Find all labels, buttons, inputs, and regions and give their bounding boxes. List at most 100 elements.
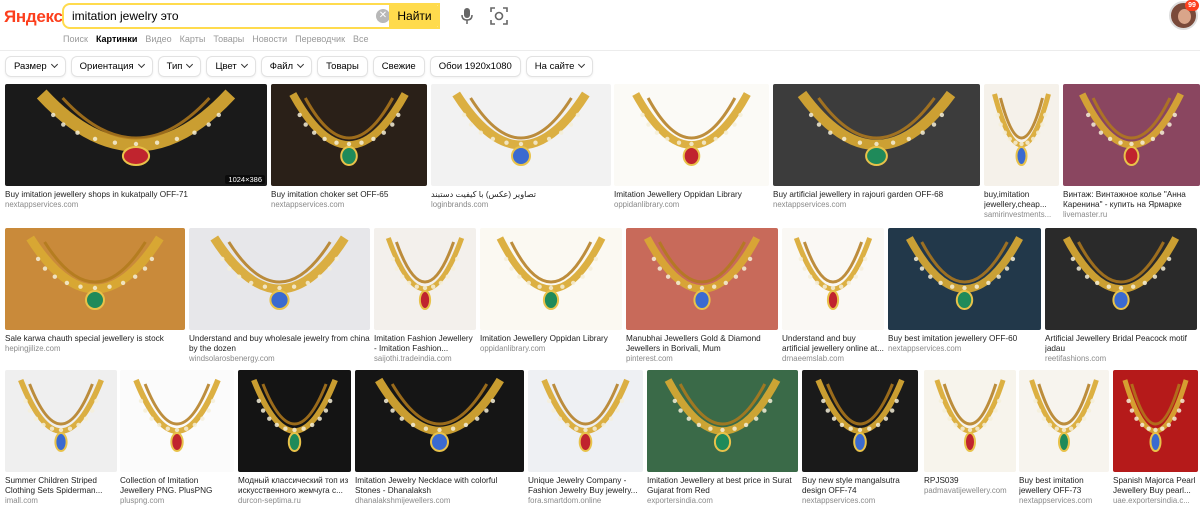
image-result-card[interactable]: Buy imitation choker set OFF-65 nextappse… — [271, 84, 427, 224]
tab-news[interactable]: Новости — [252, 34, 287, 44]
result-title[interactable]: Imitation Jewellery Oppidan Library — [614, 190, 769, 200]
result-domain[interactable]: pluspng.com — [120, 496, 234, 506]
image-thumbnail[interactable] — [271, 84, 427, 186]
result-domain[interactable]: imall.com — [5, 496, 117, 506]
image-thumbnail[interactable] — [1113, 370, 1198, 472]
filter-on-site[interactable]: На сайте — [525, 56, 594, 77]
image-result-card[interactable]: Buy best imitation jewellery OFF-73 nexta… — [1019, 370, 1109, 510]
result-domain[interactable]: reetifashions.com — [1045, 354, 1197, 364]
image-result-card[interactable]: Unique Jewelry Company - Fashion Jewelry… — [528, 370, 643, 510]
tab-all[interactable]: Все — [353, 34, 369, 44]
search-button[interactable]: Найти — [389, 3, 440, 29]
filter-orientation[interactable]: Ориентация — [70, 56, 153, 77]
image-result-card[interactable]: Understand and buy wholesale jewelry fro… — [189, 228, 370, 368]
image-result-card[interactable]: buy,imitation jewellery,cheap... samirinv… — [984, 84, 1059, 224]
image-result-card[interactable]: RPJS039 padmavatijewellery.com — [924, 370, 1016, 510]
image-thumbnail[interactable] — [374, 228, 476, 330]
image-thumbnail[interactable] — [802, 370, 918, 472]
image-thumbnail[interactable] — [5, 228, 185, 330]
result-title[interactable]: Collection of Imitation Jewellery PNG. P… — [120, 476, 234, 496]
image-thumbnail[interactable] — [626, 228, 778, 330]
image-thumbnail[interactable] — [528, 370, 643, 472]
result-domain[interactable]: nextappservices.com — [5, 200, 267, 210]
result-domain[interactable]: loginbrands.com — [431, 200, 611, 210]
image-result-card[interactable]: Imitation Jewelry Necklace with colorful… — [355, 370, 524, 510]
result-title[interactable]: Manubhai Jewellers Gold & Diamond Jewell… — [626, 334, 778, 354]
tab-images[interactable]: Картинки — [96, 34, 137, 44]
result-domain[interactable]: nextappservices.com — [773, 200, 980, 210]
image-result-card[interactable]: Manubhai Jewellers Gold & Diamond Jewell… — [626, 228, 778, 368]
result-domain[interactable]: pinterest.com — [626, 354, 778, 364]
result-title[interactable]: RPJS039 — [924, 476, 1016, 486]
image-result-card[interactable]: Imitation Jewellery Oppidan Library oppid… — [614, 84, 769, 224]
result-domain[interactable]: nextappservices.com — [802, 496, 918, 506]
result-domain[interactable]: exportersindia.com — [647, 496, 798, 506]
image-thumbnail[interactable] — [1063, 84, 1200, 186]
camera-search-icon[interactable] — [490, 7, 508, 25]
tab-products[interactable]: Товары — [213, 34, 244, 44]
result-title[interactable]: Imitation Fashion Jewellery - Imitation … — [374, 334, 476, 354]
image-result-card[interactable]: Collection of Imitation Jewellery PNG. P… — [120, 370, 234, 510]
tab-search[interactable]: Поиск — [63, 34, 88, 44]
result-title[interactable]: Buy artificial jewellery in rajouri gard… — [773, 190, 980, 200]
result-domain[interactable]: nextappservices.com — [888, 344, 1041, 354]
image-thumbnail[interactable] — [888, 228, 1041, 330]
result-domain[interactable]: uae.exportersindia.c... — [1113, 496, 1198, 506]
image-result-card[interactable]: Модный классический топ из искусственног… — [238, 370, 351, 510]
image-result-card[interactable]: Buy best imitation jewellery OFF-60 nexta… — [888, 228, 1041, 368]
result-title[interactable]: buy,imitation jewellery,cheap... — [984, 190, 1059, 210]
result-domain[interactable]: drnaeemslab.com — [782, 354, 884, 364]
result-domain[interactable]: nextappservices.com — [1019, 496, 1109, 506]
filter-fresh[interactable]: Свежие — [372, 56, 425, 77]
microphone-icon[interactable] — [460, 7, 474, 25]
result-domain[interactable]: nextappservices.com — [271, 200, 427, 210]
filter-file[interactable]: Файл — [260, 56, 313, 77]
result-domain[interactable]: hepingjilize.com — [5, 344, 185, 354]
result-title[interactable]: Unique Jewelry Company - Fashion Jewelry… — [528, 476, 643, 496]
result-domain[interactable]: oppidanlibrary.com — [614, 200, 769, 210]
image-result-card[interactable]: Sale karwa chauth special jewellery is s… — [5, 228, 185, 368]
image-result-card[interactable]: Imitation Jewellery Oppidan Library oppid… — [480, 228, 622, 368]
image-result-card[interactable]: Spanish Majorca Pearl Jewellery Buy pear… — [1113, 370, 1198, 510]
result-domain[interactable]: padmavatijewellery.com — [924, 486, 1016, 496]
image-thumbnail[interactable] — [647, 370, 798, 472]
result-title[interactable]: Imitation Jewellery Oppidan Library — [480, 334, 622, 344]
image-thumbnail[interactable] — [5, 370, 117, 472]
image-thumbnail[interactable] — [924, 370, 1016, 472]
image-result-card[interactable]: Imitation Fashion Jewellery - Imitation … — [374, 228, 476, 368]
tab-maps[interactable]: Карты — [180, 34, 206, 44]
image-thumbnail[interactable] — [1045, 228, 1197, 330]
image-result-card[interactable]: Summer Children Striped Clothing Sets Sp… — [5, 370, 117, 510]
result-domain[interactable]: dhanalakshmijewellers.com — [355, 496, 524, 506]
filter-products[interactable]: Товары — [317, 56, 368, 77]
image-thumbnail[interactable] — [431, 84, 611, 186]
result-title[interactable]: Buy best imitation jewellery OFF-60 — [888, 334, 1041, 344]
result-title[interactable]: Винтаж: Винтажное колье "Анна Каренина" … — [1063, 190, 1200, 210]
result-title[interactable]: Модный классический топ из искусственног… — [238, 476, 351, 496]
image-thumbnail[interactable] — [189, 228, 370, 330]
image-result-card[interactable]: Buy new style mangalsutra design OFF-74 n… — [802, 370, 918, 510]
result-title[interactable]: Buy imitation choker set OFF-65 — [271, 190, 427, 200]
result-domain[interactable]: oppidanlibrary.com — [480, 344, 622, 354]
result-title[interactable]: تصاویر (عکس) با کیفیت دستبند — [431, 190, 611, 200]
image-thumbnail[interactable] — [984, 84, 1059, 186]
result-domain[interactable]: samirinvestments... — [984, 210, 1059, 220]
image-thumbnail[interactable] — [614, 84, 769, 186]
image-thumbnail[interactable] — [120, 370, 234, 472]
result-title[interactable]: Summer Children Striped Clothing Sets Sp… — [5, 476, 117, 496]
result-title[interactable]: Buy new style mangalsutra design OFF-74 — [802, 476, 918, 496]
result-title[interactable]: Artificial Jewellery Bridal Peacock moti… — [1045, 334, 1197, 354]
result-title[interactable]: Spanish Majorca Pearl Jewellery Buy pear… — [1113, 476, 1198, 496]
search-input[interactable] — [64, 9, 364, 23]
result-domain[interactable]: saijothi.tradeindia.com — [374, 354, 476, 364]
image-result-card[interactable]: Imitation Jewellery at best price in Sur… — [647, 370, 798, 510]
result-title[interactable]: Buy imitation jewellery shops in kukatpa… — [5, 190, 267, 200]
image-result-card[interactable]: 1024×386 Buy imitation jewellery shops in… — [5, 84, 267, 224]
result-title[interactable]: Understand and buy artificial jewellery … — [782, 334, 884, 354]
result-title[interactable]: Sale karwa chauth special jewellery is s… — [5, 334, 185, 344]
yandex-logo[interactable]: Яндекс — [4, 7, 63, 27]
result-title[interactable]: Imitation Jewellery at best price in Sur… — [647, 476, 798, 496]
result-domain[interactable]: durcon-septima.ru — [238, 496, 351, 506]
tab-translator[interactable]: Переводчик — [295, 34, 345, 44]
filter-wallpapers[interactable]: Обои 1920x1080 — [429, 56, 521, 77]
